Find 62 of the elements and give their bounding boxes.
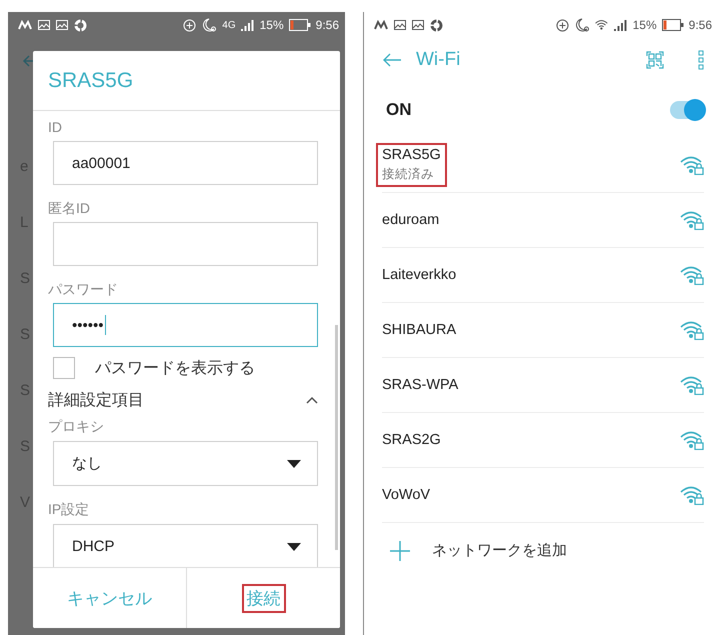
add-circle-icon [183, 18, 196, 32]
wifi-lock-icon [680, 320, 704, 340]
clock: 9:56 [688, 18, 712, 32]
dropdown-arrow-icon [287, 460, 301, 468]
chevron-up-icon[interactable] [306, 396, 318, 404]
field-label: ID [48, 118, 62, 136]
toggle-switch[interactable] [670, 101, 704, 119]
back-arrow-icon[interactable] [382, 53, 402, 67]
network-name[interactable]: SRAS5G [382, 147, 441, 163]
signal-icon [240, 20, 255, 30]
wifi-lock-icon [680, 375, 704, 395]
network-name[interactable]: SRAS-WPA [382, 377, 458, 393]
sync-icon [74, 18, 87, 32]
network-name[interactable]: VoWoV [382, 487, 430, 503]
field-label: プロキシ [48, 417, 104, 435]
wifi-lock-icon [680, 210, 704, 230]
wifi-lock-icon [680, 430, 704, 450]
image-icon [412, 20, 424, 30]
plus-icon[interactable] [390, 540, 410, 560]
network-name[interactable]: SRAS2G [382, 432, 441, 448]
qr-code-icon[interactable] [646, 51, 664, 69]
signal-icon [614, 20, 628, 30]
network-name[interactable]: eduroam [382, 212, 440, 228]
add-network-link[interactable]: ネットワークを追加 [432, 541, 567, 560]
input-field[interactable]: aa00001 [53, 141, 318, 185]
page-title: Wi-Fi [416, 49, 460, 71]
section-title: 詳細設定項目 [48, 390, 144, 410]
moon-icon [574, 18, 590, 32]
dropdown-arrow-icon [287, 542, 301, 550]
more-options-icon[interactable] [698, 50, 704, 70]
app-logo-icon [18, 20, 32, 30]
wifi-lock-icon [680, 485, 704, 505]
sync-icon [430, 18, 443, 32]
battery-icon [662, 19, 684, 31]
network-type: 4G [222, 20, 236, 30]
image-icon [56, 20, 68, 30]
battery-percent: 15% [260, 18, 284, 32]
battery-icon [288, 19, 311, 31]
input-field[interactable] [53, 222, 318, 266]
field-label: 匿名ID [48, 199, 90, 217]
field-label: IP設定 [48, 500, 90, 518]
wifi-icon [594, 19, 609, 31]
input-field[interactable]: •••••• [53, 303, 318, 347]
dialog-title: SRAS5G [48, 68, 134, 92]
moon-icon [201, 18, 218, 32]
wifi-lock-icon [680, 155, 704, 175]
battery-percent: 15% [632, 18, 657, 32]
field-label: パスワード [48, 280, 118, 298]
network-status: 接続済み [382, 166, 435, 183]
checkbox-label: パスワードを表示する [95, 358, 255, 378]
app-logo-icon [374, 20, 388, 30]
wifi-state-label: ON [386, 100, 412, 120]
wifi-lock-icon [680, 265, 704, 285]
network-name[interactable]: SHIBAURA [382, 322, 456, 338]
network-name[interactable]: Laiteverkko [382, 267, 456, 283]
dropdown[interactable]: なし [53, 441, 318, 486]
back-arrow-icon [22, 54, 36, 68]
add-circle-icon [556, 18, 569, 32]
image-icon [38, 20, 50, 30]
clock: 9:56 [316, 18, 339, 32]
image-icon [394, 20, 406, 30]
checkbox[interactable] [53, 357, 75, 379]
